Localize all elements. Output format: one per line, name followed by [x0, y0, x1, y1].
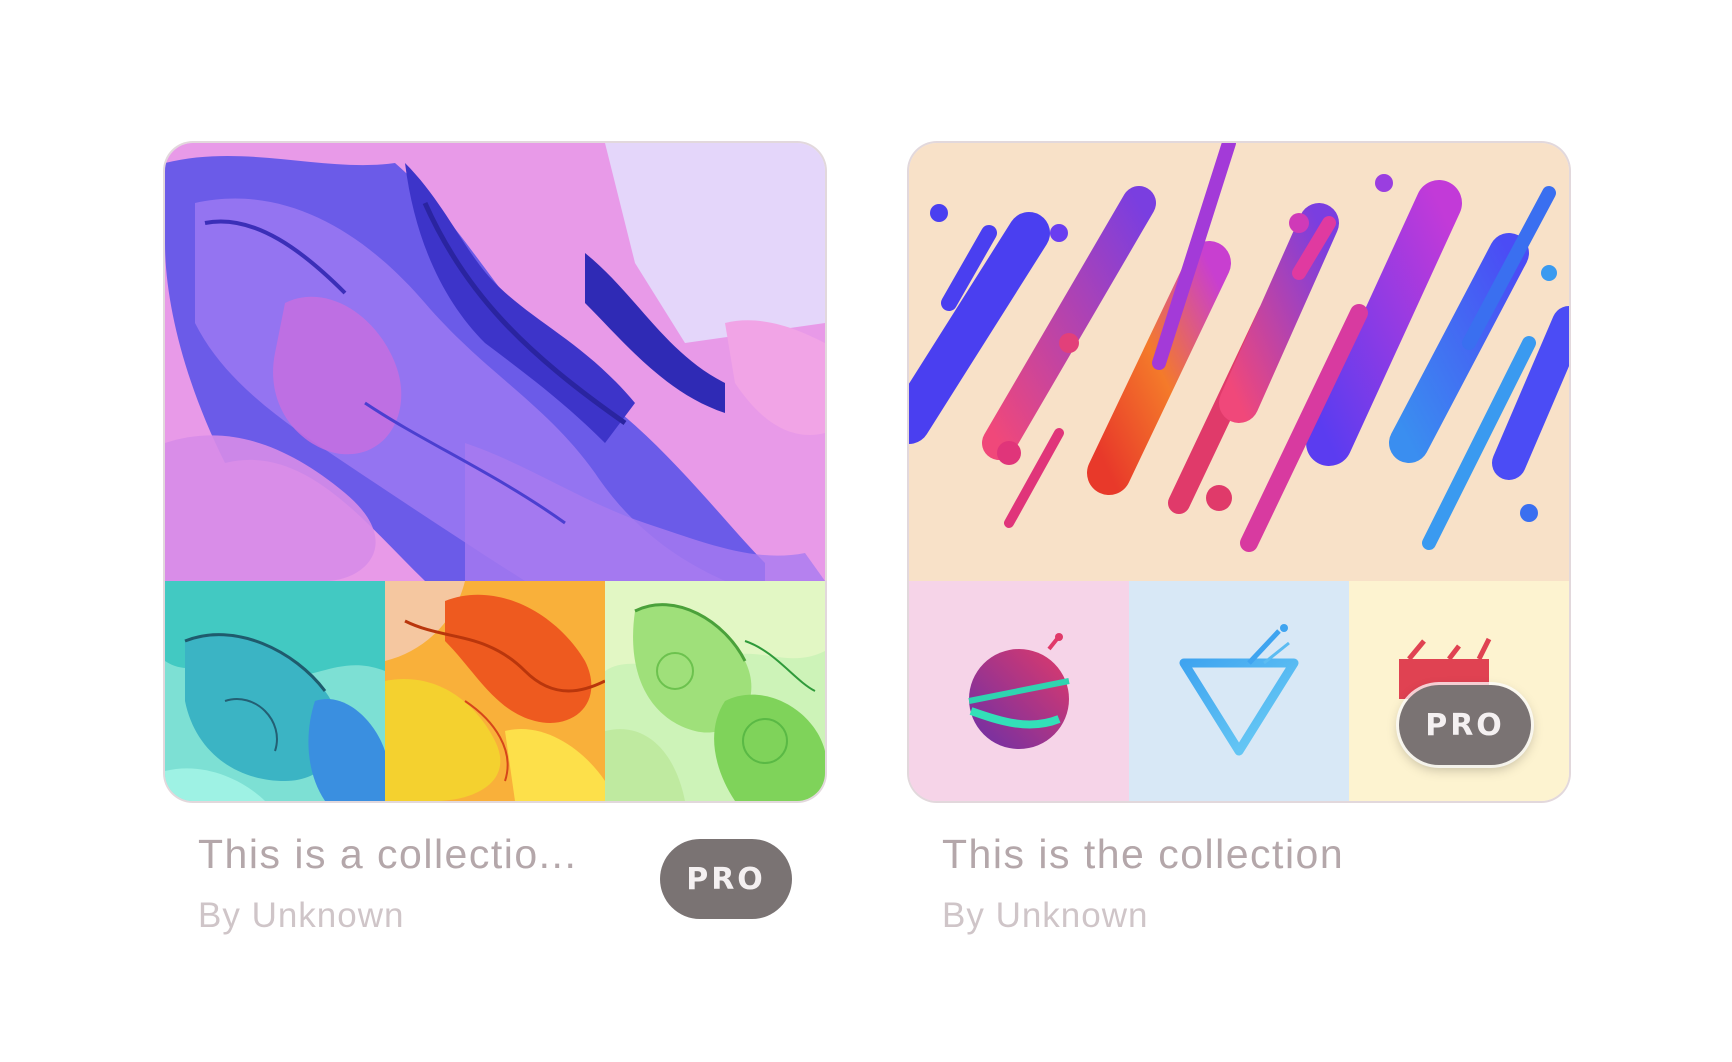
collection-thumbnail[interactable]: PRO [909, 143, 1569, 801]
collections-grid: This is a collectio... By Unknown PRO PR… [0, 0, 1732, 1062]
pro-badge: PRO [1399, 685, 1531, 765]
tile-logo-planet [909, 581, 1129, 801]
pro-badge: PRO [660, 839, 792, 919]
collection-title[interactable]: This is the collection [942, 831, 1569, 878]
collection-card[interactable]: This is a collectio... By Unknown PRO [165, 143, 825, 961]
collection-thumbnail[interactable] [165, 143, 825, 801]
cover-image-paint-splashes [909, 143, 1569, 581]
collection-meta: This is a collectio... By Unknown PRO [165, 831, 825, 961]
tile-image-orange-fluid [385, 581, 605, 801]
tile-image-green-fluid [605, 581, 825, 801]
tile-image-teal-fluid [165, 581, 385, 801]
collection-author: By Unknown [942, 896, 1149, 935]
cover-image-fluid-art [165, 143, 825, 581]
collection-card[interactable]: PRO This is the collection By Unknown [909, 143, 1569, 961]
collection-meta: This is the collection By Unknown [909, 831, 1569, 961]
tile-logo-triangle [1129, 581, 1349, 801]
